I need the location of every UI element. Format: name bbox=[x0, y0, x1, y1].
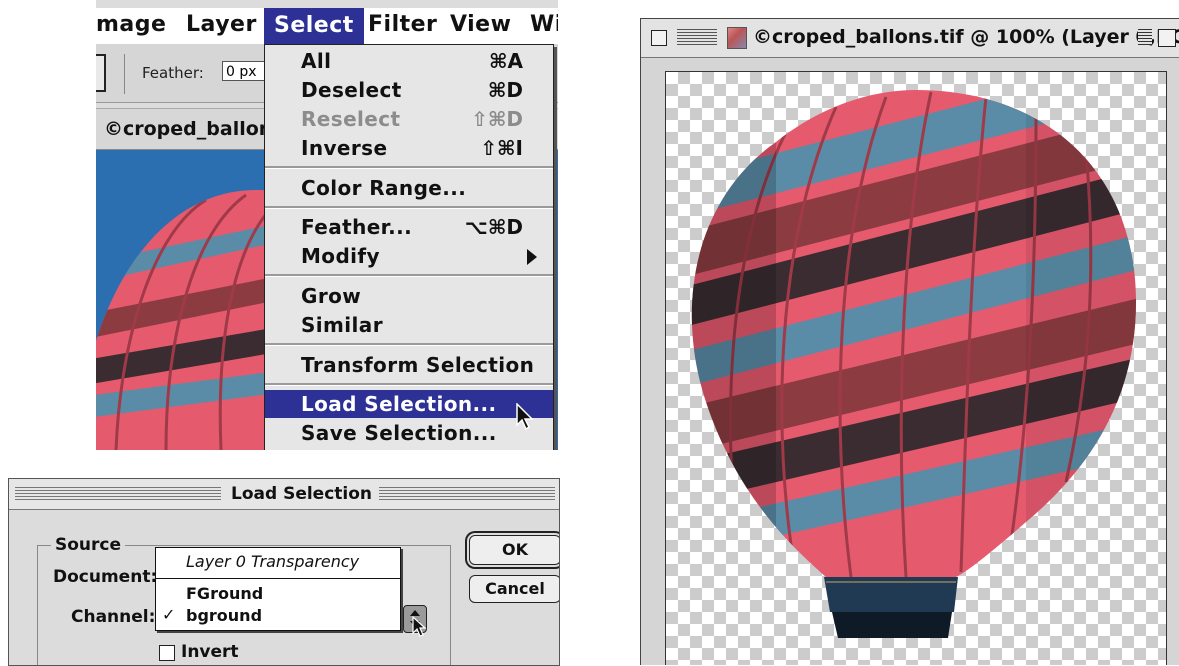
popup-stepper-button[interactable] bbox=[403, 605, 427, 637]
menu-separator bbox=[265, 383, 553, 386]
collapse-box-icon[interactable] bbox=[1138, 29, 1152, 45]
menu-item-save-selection[interactable]: Save Selection... bbox=[265, 419, 553, 447]
document-window-title: ©croped_ballons.tif @ 100% (Layer 0,RG..… bbox=[753, 26, 1179, 48]
close-box-icon[interactable] bbox=[651, 30, 667, 46]
transparent-canvas[interactable] bbox=[665, 71, 1167, 665]
dialog-title-bar[interactable]: Load Selection bbox=[9, 479, 559, 510]
menu-item-deselect[interactable]: Deselect ⌘D bbox=[265, 76, 553, 104]
arrow-cursor-icon bbox=[516, 403, 534, 431]
feather-label: Feather: bbox=[142, 64, 204, 82]
source-group-label: Source bbox=[51, 535, 126, 555]
menu-item-feather[interactable]: Feather... ⌥⌘D bbox=[265, 213, 553, 241]
menu-separator bbox=[265, 206, 553, 209]
title-grip-left bbox=[15, 487, 221, 501]
invert-label: Invert bbox=[181, 642, 239, 662]
menu-bar: mage Layer Select Filter View Wi bbox=[96, 8, 558, 44]
popup-separator bbox=[156, 578, 400, 579]
document-window: ©croped_ballons.tif @ 100% (Layer 0,RG..… bbox=[640, 18, 1179, 665]
menu-item-similar[interactable]: Similar bbox=[265, 311, 553, 339]
menu-separator bbox=[265, 274, 553, 277]
checkmark-icon: ✓ bbox=[162, 605, 176, 624]
dialog-title: Load Selection bbox=[225, 484, 379, 504]
cancel-button[interactable]: Cancel bbox=[469, 575, 559, 603]
load-selection-dialog: Load Selection Source Document: Channel:… bbox=[8, 478, 560, 666]
channel-option-transparency[interactable]: Layer 0 Transparency bbox=[156, 550, 400, 574]
options-divider bbox=[124, 54, 125, 94]
tool-preset-button[interactable] bbox=[96, 54, 106, 92]
arrow-cursor-icon bbox=[412, 616, 427, 637]
menu-select[interactable]: Select bbox=[264, 8, 364, 44]
menu-layer[interactable]: Layer bbox=[186, 12, 257, 37]
photoshop-select-menu-screenshot: mage Layer Select Filter View Wi Feather… bbox=[96, 0, 558, 450]
channel-label: Channel: bbox=[71, 607, 156, 627]
balloon-cutout-image bbox=[691, 90, 1136, 638]
zoom-box-icon[interactable] bbox=[1158, 29, 1176, 47]
document-label: Document: bbox=[53, 567, 158, 587]
menu-item-inverse[interactable]: Inverse ⇧⌘I bbox=[265, 134, 553, 162]
left-document-title: ©croped_ballon bbox=[104, 118, 273, 140]
menu-item-transform-selection[interactable]: Transform Selection bbox=[265, 351, 553, 379]
submenu-arrow-icon bbox=[527, 249, 537, 265]
menu-filter[interactable]: Filter bbox=[368, 12, 437, 37]
channel-option-bground[interactable]: ✓ bground bbox=[156, 604, 400, 628]
menu-separator bbox=[265, 166, 553, 169]
window-title-bar[interactable]: ©croped_ballons.tif @ 100% (Layer 0,RG..… bbox=[641, 19, 1179, 58]
menu-image[interactable]: mage bbox=[96, 12, 166, 37]
menu-view[interactable]: View bbox=[450, 12, 511, 37]
ok-button[interactable]: OK bbox=[469, 535, 559, 565]
menu-item-reselect: Reselect ⇧⌘D bbox=[301, 107, 523, 131]
menu-item-all[interactable]: All ⌘A bbox=[265, 47, 553, 75]
menu-separator bbox=[265, 343, 553, 346]
channel-popup-list: Layer 0 Transparency FGround ✓ bground bbox=[155, 547, 401, 631]
invert-checkbox[interactable] bbox=[159, 645, 175, 661]
menu-item-load-selection[interactable]: Load Selection... bbox=[265, 390, 553, 418]
menu-item-grow[interactable]: Grow bbox=[265, 282, 553, 310]
channel-option-fground[interactable]: FGround bbox=[156, 582, 400, 606]
title-grip bbox=[677, 29, 717, 45]
select-dropdown-menu: All ⌘A Deselect ⌘D Reselect ⇧⌘D Inverse ⇧⌘I … bbox=[264, 44, 554, 450]
menu-item-color-range[interactable]: Color Range... bbox=[265, 174, 553, 202]
title-grip-right bbox=[379, 487, 555, 501]
menu-item-modify[interactable]: Modify bbox=[265, 242, 553, 270]
menu-window[interactable]: Wi bbox=[530, 12, 558, 37]
document-proxy-icon[interactable] bbox=[727, 27, 747, 49]
